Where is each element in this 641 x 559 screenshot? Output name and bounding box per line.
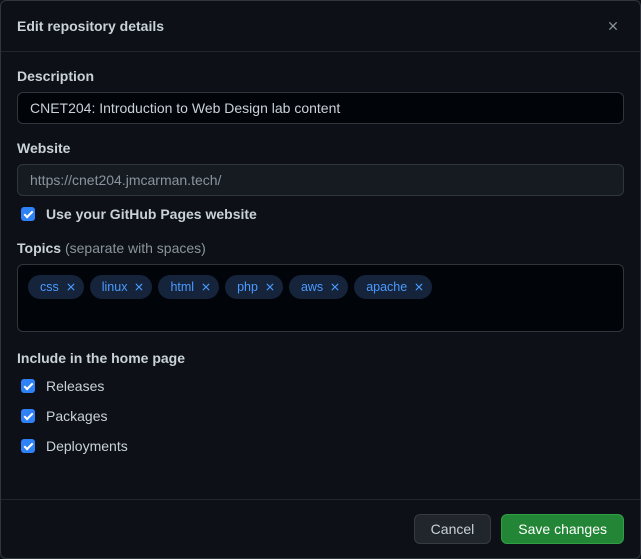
description-group: Description xyxy=(17,68,624,124)
cancel-button[interactable]: Cancel xyxy=(414,514,492,544)
remove-topic-icon[interactable] xyxy=(264,281,276,293)
topic-pill: css xyxy=(28,275,84,299)
remove-topic-icon[interactable] xyxy=(65,281,77,293)
topic-label: php xyxy=(237,277,258,297)
topics-label: Topics (separate with spaces) xyxy=(17,240,624,256)
include-row: Releases xyxy=(17,376,624,396)
topic-label: aws xyxy=(301,277,323,297)
topics-label-text: Topics xyxy=(17,240,61,256)
website-input[interactable] xyxy=(17,164,624,196)
use-pages-checkbox[interactable] xyxy=(21,207,35,221)
topic-label: linux xyxy=(102,277,128,297)
use-pages-row: Use your GitHub Pages website xyxy=(17,204,624,224)
use-pages-label[interactable]: Use your GitHub Pages website xyxy=(46,206,257,222)
close-button[interactable] xyxy=(602,15,624,37)
remove-topic-icon[interactable] xyxy=(413,281,425,293)
include-label[interactable]: Packages xyxy=(46,408,107,424)
remove-topic-icon[interactable] xyxy=(133,281,145,293)
include-checkbox[interactable] xyxy=(21,409,35,423)
include-row: Deployments xyxy=(17,436,624,456)
include-checkbox[interactable] xyxy=(21,379,35,393)
topic-pill: php xyxy=(225,275,283,299)
description-label: Description xyxy=(17,68,624,84)
save-button[interactable]: Save changes xyxy=(501,514,624,544)
remove-topic-icon[interactable] xyxy=(329,281,341,293)
topic-pill: apache xyxy=(354,275,432,299)
modal-body: Description Website Use your GitHub Page… xyxy=(1,52,640,499)
website-label: Website xyxy=(17,140,624,156)
topic-label: apache xyxy=(366,277,407,297)
edit-repo-modal: Edit repository details Description Webs… xyxy=(0,0,641,559)
website-group: Website Use your GitHub Pages website xyxy=(17,140,624,224)
topics-hint: (separate with spaces) xyxy=(65,240,206,256)
include-list: Releases Packages Deployments xyxy=(17,376,624,456)
topic-pill: aws xyxy=(289,275,348,299)
remove-topic-icon[interactable] xyxy=(200,281,212,293)
modal-title: Edit repository details xyxy=(17,18,164,34)
topic-pill: linux xyxy=(90,275,153,299)
modal-footer: Cancel Save changes xyxy=(1,499,640,558)
topics-input[interactable]: css linux html php aws apache xyxy=(17,264,624,332)
topics-group: Topics (separate with spaces) css linux ht… xyxy=(17,240,624,332)
topic-label: html xyxy=(170,277,194,297)
topic-pill: html xyxy=(158,275,219,299)
include-checkbox[interactable] xyxy=(21,439,35,453)
include-label[interactable]: Releases xyxy=(46,378,104,394)
description-input[interactable] xyxy=(17,92,624,124)
include-row: Packages xyxy=(17,406,624,426)
include-label[interactable]: Deployments xyxy=(46,438,128,454)
topic-label: css xyxy=(40,277,59,297)
close-icon xyxy=(606,21,620,36)
include-heading: Include in the home page xyxy=(17,350,624,366)
modal-header: Edit repository details xyxy=(1,1,640,52)
